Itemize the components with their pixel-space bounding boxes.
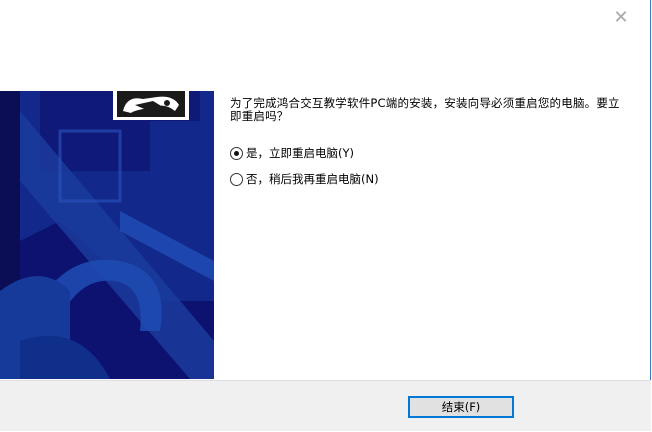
restart-later-option[interactable]: 否，稍后我再重启电脑(N) [230, 171, 379, 187]
installer-logo-icon [113, 91, 189, 120]
restart-later-label: 否，稍后我再重启电脑(N) [246, 172, 379, 186]
restart-now-label: 是，立即重启电脑(Y) [246, 146, 354, 160]
restart-prompt-text: 为了完成鸿合交互教学软件PC端的安装，安装向导必须重启您的电脑。要立即重启吗？ [230, 96, 620, 123]
button-bar [0, 380, 651, 431]
dialog-content: 为了完成鸿合交互教学软件PC端的安装，安装向导必须重启您的电脑。要立即重启吗？ [230, 97, 630, 123]
installer-window: ✕ 为了完成鸿合交互教学软件PC端的安装，安装向导必须重启您的电脑。要立即重启吗… [0, 0, 651, 431]
restart-now-option[interactable]: 是，立即重启电脑(Y) [230, 145, 354, 161]
finish-button[interactable]: 结束(F) [408, 396, 514, 418]
close-icon[interactable]: ✕ [612, 9, 630, 27]
wizard-banner-image [0, 91, 214, 379]
radio-selected-icon[interactable] [230, 146, 243, 160]
banner-graphic [0, 91, 214, 379]
radio-unselected-icon[interactable] [230, 172, 243, 186]
